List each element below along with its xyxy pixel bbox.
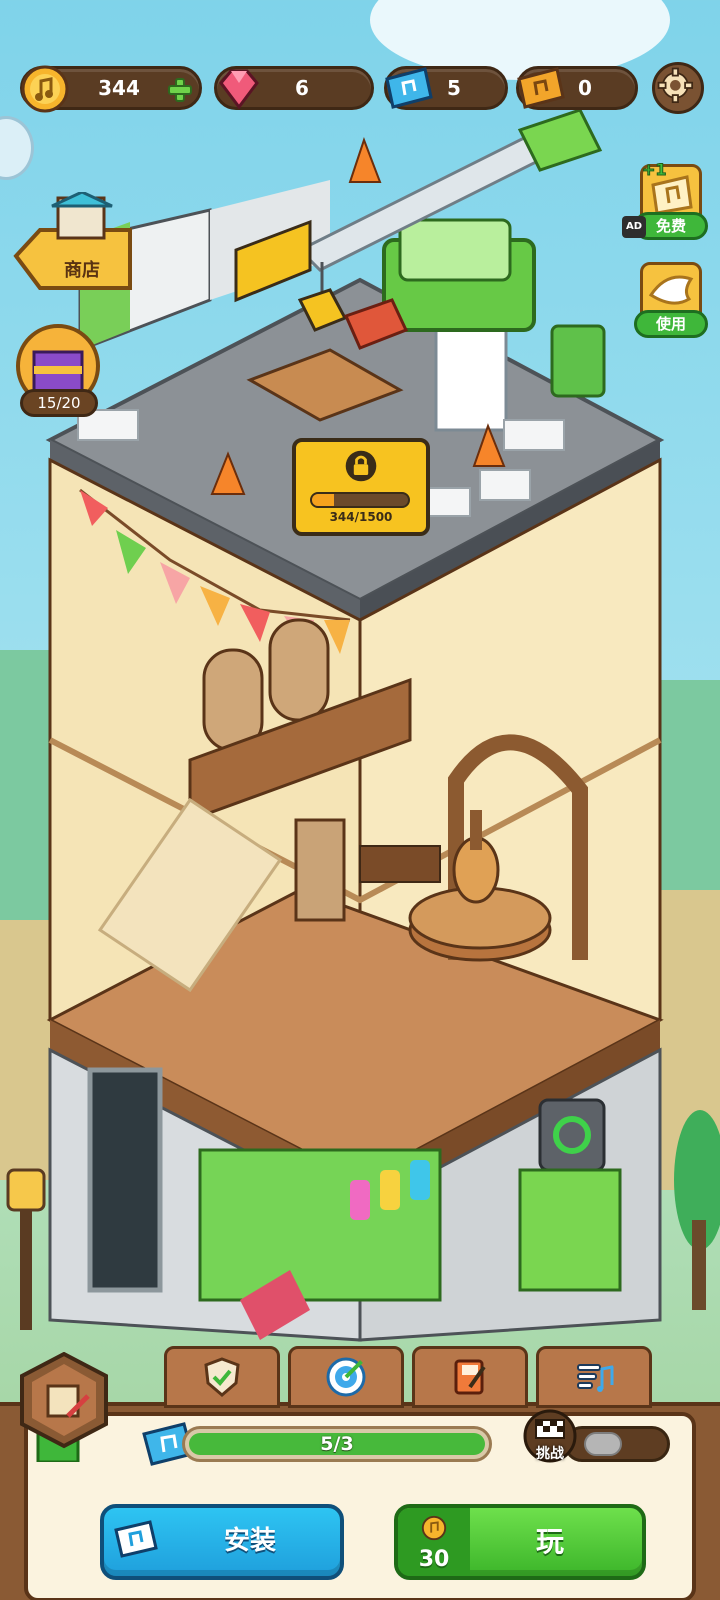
ad-badge: AD bbox=[622, 216, 646, 238]
ticket-progress-text: 5/3 bbox=[320, 1433, 354, 1455]
blue-ticket-counter: 5 bbox=[384, 66, 508, 110]
traffic-cone bbox=[348, 137, 382, 183]
arched-door bbox=[202, 648, 264, 752]
unlock-progress-text: 344/1500 bbox=[329, 510, 393, 524]
notes-value: 344 bbox=[98, 76, 140, 100]
gems-counter: 6 bbox=[214, 66, 374, 110]
use-label[interactable]: 使用 bbox=[634, 310, 708, 338]
tab-goals[interactable] bbox=[288, 1346, 404, 1408]
plus-one-label: +1 bbox=[642, 160, 668, 180]
music-list-icon bbox=[577, 1364, 614, 1392]
target-dart-icon bbox=[326, 1357, 366, 1397]
electric-box bbox=[550, 324, 606, 398]
unlock-progress-bar bbox=[310, 492, 410, 508]
settings-button[interactable] bbox=[652, 62, 704, 114]
crane-tower bbox=[434, 318, 508, 432]
elevator-door bbox=[87, 1067, 163, 1293]
gear-icon bbox=[657, 67, 694, 104]
blue-ticket-value: 5 bbox=[447, 76, 461, 100]
play-label: 玩 bbox=[535, 1525, 564, 1558]
blue-ticket-icon bbox=[385, 67, 433, 109]
build-hammer-button[interactable] bbox=[14, 1352, 114, 1462]
speaker bbox=[538, 1098, 606, 1172]
padlock-icon bbox=[345, 450, 377, 482]
add-notes-icon[interactable] bbox=[167, 77, 193, 103]
flower-stand bbox=[359, 845, 441, 883]
challenge-label: 挑战 bbox=[536, 1446, 564, 1462]
notes-counter: 344 bbox=[20, 65, 202, 113]
play-coin-icon bbox=[421, 1515, 447, 1541]
chest-count: 15/20 bbox=[20, 389, 98, 417]
shop-label: 商店 bbox=[64, 260, 100, 281]
gems-value: 6 bbox=[295, 76, 309, 100]
gold-ticket-icon bbox=[517, 67, 565, 109]
challenge-toggle-knob[interactable] bbox=[584, 1432, 622, 1456]
tab-playlist[interactable] bbox=[536, 1346, 652, 1408]
shield-check-icon bbox=[204, 1357, 240, 1397]
green-machine bbox=[198, 1148, 442, 1302]
gem-icon bbox=[219, 69, 259, 110]
gold-ticket-counter: 0 bbox=[516, 66, 638, 110]
play-cost: 30 bbox=[418, 1547, 450, 1572]
unlock-progress-fill bbox=[312, 494, 335, 506]
music-coin-icon bbox=[21, 65, 69, 113]
brush-book-icon bbox=[454, 1359, 486, 1395]
install-label: 安装 bbox=[223, 1526, 276, 1556]
tab-tasks[interactable] bbox=[164, 1346, 280, 1408]
install-ticket-icon bbox=[114, 1520, 158, 1558]
wooden-door bbox=[294, 818, 346, 922]
gold-ticket-value: 0 bbox=[578, 76, 592, 100]
tab-decorate[interactable] bbox=[412, 1346, 528, 1408]
